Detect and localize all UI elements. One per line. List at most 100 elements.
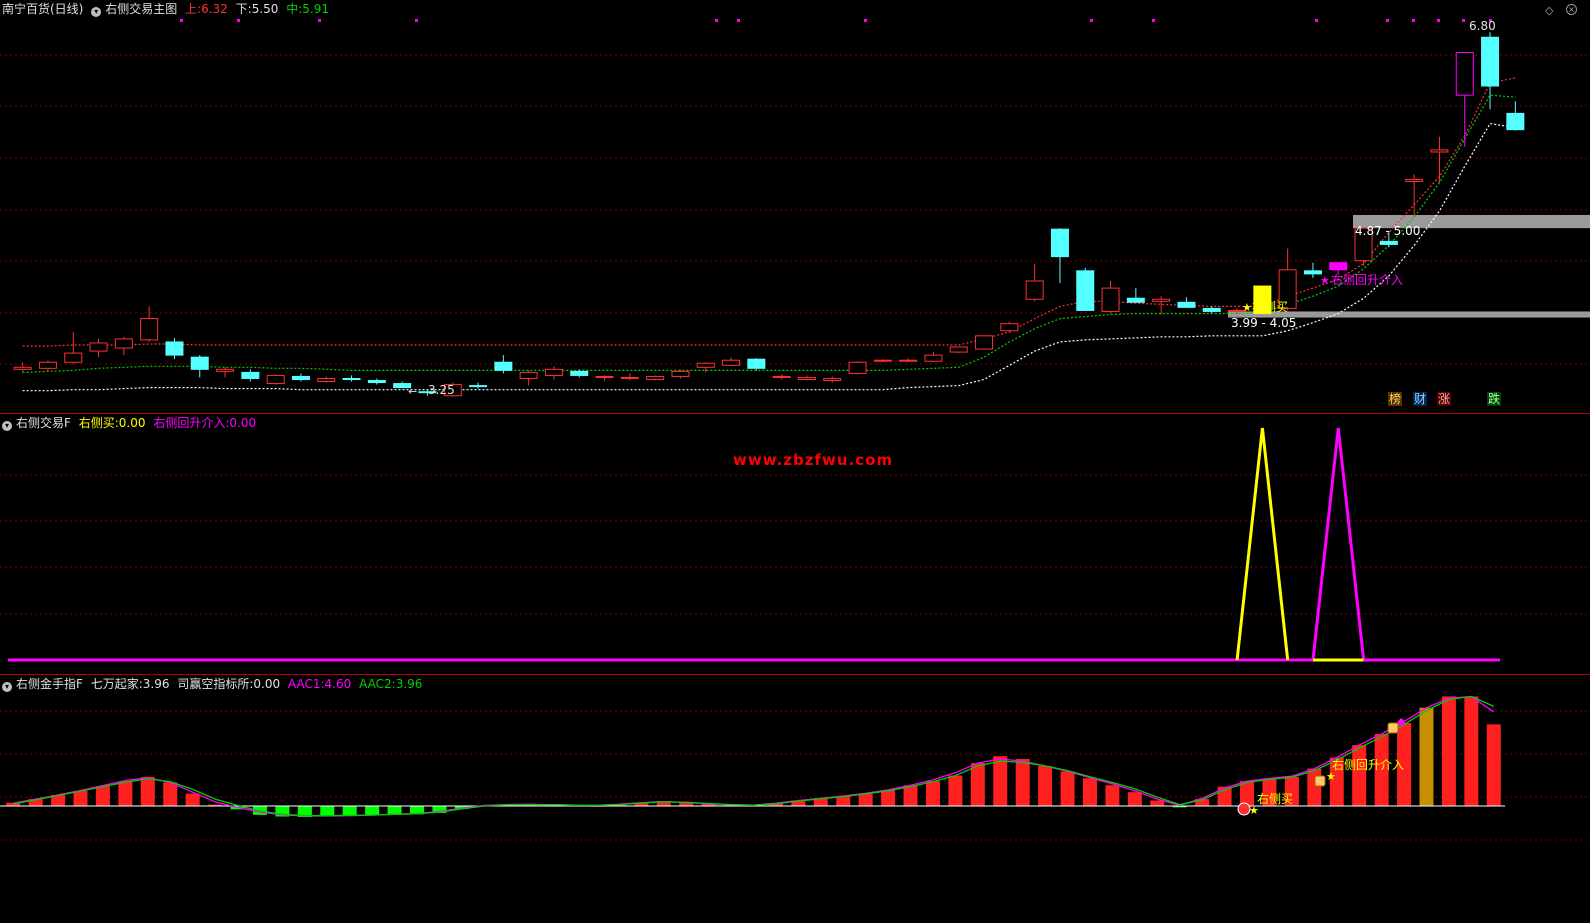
candle-body-39 — [1000, 323, 1019, 332]
macd-bar-63 — [1419, 707, 1434, 806]
macd-bar-46 — [1038, 765, 1053, 806]
candle-body-11 — [291, 375, 310, 380]
candlestick-chart[interactable]: ←★★ — [0, 0, 1590, 414]
candle-body-21 — [544, 368, 563, 376]
macd-chart[interactable]: ★★◆ — [0, 675, 1590, 923]
candle-body-24 — [620, 376, 639, 379]
mid-band-line — [22, 94, 1516, 373]
candle-body-28 — [722, 359, 741, 366]
candle-body-46 — [1177, 301, 1196, 308]
value-b: 0.00 — [253, 677, 281, 691]
macd-bar-47 — [1060, 771, 1075, 806]
top-marker-dot-2 — [318, 19, 321, 22]
pullback-star-icon: ★ — [1320, 274, 1330, 287]
candle-body-8 — [216, 368, 235, 372]
mid-value: 5.91 — [302, 2, 329, 16]
macd-bar-14 — [320, 806, 335, 817]
candle-body-6 — [165, 341, 184, 356]
candle-body-43 — [1101, 287, 1120, 312]
main-panel-header: 南宁百货(日线) ▾ 右侧交易主图 上:6.32 下:5.50 中:5.91 — [2, 2, 333, 17]
candle-body-20 — [519, 371, 538, 379]
macd-bar-66 — [1486, 724, 1501, 806]
macd-top-arrow-icon: ◆ — [1397, 715, 1406, 728]
pullback-label: 右侧回升介入: — [153, 416, 230, 430]
candle-body-3 — [89, 342, 108, 352]
main-chart-panel[interactable]: ← ★ ★ 南宁百货(日线) ▾ 右侧交易主图 上:6.32 下:5.50 中:5.9… — [0, 0, 1590, 414]
macd-bar-44 — [993, 756, 1008, 806]
candle-body-12 — [317, 377, 336, 383]
top-marker-dot-7 — [1090, 19, 1093, 22]
macd-bar-8 — [185, 793, 200, 806]
macd-bar-50 — [1127, 792, 1142, 806]
candle-body-56 — [1430, 149, 1449, 153]
lower-band-line — [22, 122, 1516, 392]
expand-icon[interactable]: ◇ — [1545, 4, 1553, 17]
macd-bar-4 — [95, 786, 110, 806]
mid-label: 中: — [286, 2, 303, 16]
candle-body-23 — [595, 375, 614, 378]
buy-label: 右侧买: — [78, 416, 119, 430]
candle-body-2 — [64, 352, 83, 363]
candle-body-54 — [1379, 240, 1398, 245]
candle-body-22 — [570, 370, 589, 376]
news-tag-cai[interactable]: 财 — [1413, 392, 1428, 406]
macd-bar-55 — [1240, 781, 1255, 806]
watermark: www.zbzfwu.com — [733, 451, 894, 469]
close-icon[interactable]: × — [1566, 4, 1577, 15]
top-marker-dot-13 — [1462, 19, 1465, 22]
macd-bar-40 — [903, 785, 918, 806]
pullback-signal-label: 右侧回升介入 — [1331, 273, 1404, 287]
macd-bar-42 — [948, 775, 963, 806]
candle-body-7 — [190, 356, 209, 370]
macd-bar-43 — [970, 763, 985, 806]
candle-body-32 — [823, 377, 842, 382]
candle-body-9 — [241, 371, 260, 379]
top-marker-dot-1 — [237, 19, 240, 22]
osc-series-1 — [1311, 427, 1366, 661]
macd-bar-64 — [1441, 696, 1456, 806]
main-indicator-name: 右侧交易主图 — [105, 2, 178, 16]
value-a: 3.96 — [142, 677, 170, 691]
top-marker-dot-0 — [180, 19, 183, 22]
candle-body-1 — [38, 361, 57, 369]
candle-body-10 — [266, 374, 285, 385]
lower-label: 下: — [235, 2, 252, 16]
macd-bar-39 — [881, 789, 896, 806]
news-tag-bang[interactable]: 榜 — [1388, 392, 1403, 406]
osc-toggle-icon[interactable]: ▾ — [2, 421, 12, 431]
candle-body-14 — [367, 380, 386, 384]
candle-body-25 — [646, 375, 665, 380]
low-price-label: 3.25 — [428, 383, 455, 397]
candle-body-42 — [1076, 270, 1095, 311]
macd-panel[interactable]: ★ ★ ◆ ▾ 右侧金手指F 七万起家:3.96 司赢空指标所:0.00 AAC1:4… — [0, 675, 1590, 923]
top-marker-dot-3 — [415, 19, 418, 22]
macd-bar-41 — [925, 781, 940, 806]
macd-bar-58 — [1307, 768, 1322, 806]
candle-body-38 — [975, 335, 994, 350]
pullback-badge-icon — [1314, 775, 1326, 787]
buy-signal-label: 右侧买 — [1252, 300, 1289, 314]
macd-bar-38 — [858, 793, 873, 806]
top-marker-dot-4 — [715, 19, 718, 22]
top-marker-dot-8 — [1152, 19, 1155, 22]
candle-body-13 — [342, 377, 361, 380]
macd-bar-49 — [1105, 785, 1120, 806]
macd-pullback-label: 右侧回升介入 — [1332, 758, 1405, 772]
indicator-toggle-icon[interactable]: ▾ — [91, 7, 102, 17]
macd-bar-6 — [140, 776, 155, 806]
news-tag-die[interactable]: 跌 — [1487, 392, 1502, 406]
top-marker-dot-10 — [1386, 19, 1389, 22]
candle-body-29 — [747, 358, 766, 369]
macd-bar-60 — [1352, 745, 1367, 806]
candle-body-0 — [13, 366, 32, 370]
osc-panel[interactable]: ▾ 右侧交易F 右侧买:0.00 右侧回升介入:0.00 www.zbzfwu.c… — [0, 414, 1590, 675]
lower-value: 5.50 — [251, 2, 279, 16]
candle-body-59 — [1506, 112, 1525, 131]
candle-body-51 — [1303, 270, 1322, 275]
candle-body-40 — [1025, 280, 1044, 300]
candle-body-34 — [873, 359, 892, 362]
macd-toggle-icon[interactable]: ▾ — [2, 682, 12, 692]
news-tag-zhang[interactable]: 涨 — [1437, 392, 1452, 406]
candle-body-36 — [924, 354, 943, 362]
upper-zone-label: 4.87 - 5.00 — [1355, 224, 1421, 238]
